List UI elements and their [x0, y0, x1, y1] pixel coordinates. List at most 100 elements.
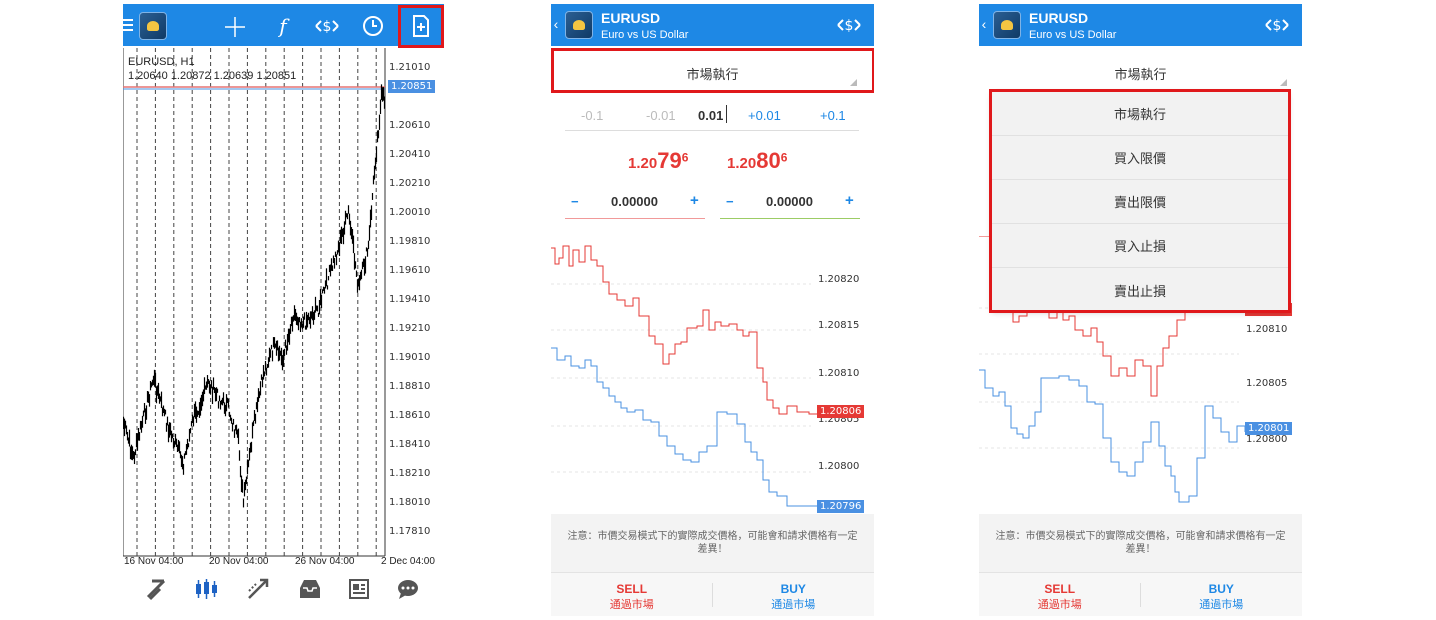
price-axis-label: 1.19810 — [389, 236, 431, 247]
dollar-arrows-icon[interactable]: $ — [1263, 13, 1291, 37]
svg-text:$: $ — [1273, 18, 1282, 34]
lot-plus-0.1-button[interactable]: +0.1 — [820, 108, 846, 123]
buy-sub: 通過市場 — [771, 599, 816, 611]
tick-axis-label: 1.20815 — [818, 320, 860, 331]
price-axis-label: 1.19610 — [389, 265, 431, 276]
mt-logo-icon — [139, 12, 167, 40]
symbol-title: EURUSD — [601, 10, 661, 26]
dollar-arrows-icon[interactable]: $ — [835, 13, 863, 37]
tick-axis-label: 1.20820 — [818, 274, 860, 285]
sell-label: SELL — [1044, 582, 1076, 596]
price-axis-label: 1.20010 — [389, 207, 431, 218]
lot-minus-0.1-button[interactable]: -0.1 — [581, 108, 603, 123]
order-type-select[interactable]: 市場執行 — [982, 64, 1299, 83]
ask-sup: 6 — [780, 150, 788, 165]
ask-prefix: 1.20 — [727, 155, 757, 172]
svg-text:$: $ — [845, 18, 854, 34]
quotes-icon[interactable] — [141, 574, 171, 604]
ask-big: 80 — [756, 148, 781, 173]
dollar-arrows-icon[interactable]: $ — [313, 13, 341, 39]
trade-bar: SELL 通過市場 BUY 通過市場 — [551, 572, 874, 616]
sl-plus-button[interactable]: + — [690, 192, 699, 209]
new-order-highlight — [398, 5, 444, 48]
news-icon[interactable] — [345, 574, 375, 604]
bid-prefix: 1.20 — [628, 155, 658, 172]
symbol-description: Euro vs US Dollar — [1029, 29, 1117, 41]
tick-axis-label: 1.20810 — [1246, 324, 1288, 335]
price-axis-label: 1.18210 — [389, 468, 431, 479]
mt-logo-icon — [993, 11, 1021, 39]
chart-ohlc-label: 1.20640 1.20872 1.20639 1.20851 — [128, 70, 297, 82]
svg-text:$: $ — [323, 19, 332, 35]
buy-button[interactable]: BUY 通過市場 — [713, 573, 875, 616]
chart-icon[interactable] — [191, 574, 221, 604]
order-header: ‹ EURUSD Euro vs US Dollar $ — [551, 4, 874, 46]
sl-underline — [565, 218, 705, 219]
ask-tag: 1.20801 — [1245, 422, 1293, 435]
price-axis-label: 1.21010 — [389, 62, 431, 73]
tick-axis-label: 1.20800 — [818, 461, 860, 472]
price-axis-label: 1.18410 — [389, 439, 431, 450]
tp-minus-button[interactable]: − — [726, 194, 734, 209]
price-notice: 注意：市價交易模式下的實際成交價格，可能會和請求價格有一定差異！ — [979, 514, 1302, 572]
sell-button[interactable]: SELL 通過市場 — [979, 573, 1141, 616]
chart-toolbar: f $ — [123, 4, 444, 46]
select-corner-icon — [850, 79, 857, 86]
buy-label: BUY — [780, 582, 806, 596]
price-notice: 注意：市價交易模式下的實際成交價格，可能會和請求價格有一定差異！ — [551, 514, 874, 572]
menu-icon[interactable] — [123, 15, 133, 35]
bid-sup: 6 — [681, 150, 689, 165]
price-axis-label: 1.18810 — [389, 381, 431, 392]
order-header: ‹ EURUSD Euro vs US Dollar $ — [979, 4, 1302, 46]
price-axis-label: 1.18610 — [389, 410, 431, 421]
text-cursor — [726, 105, 727, 123]
sl-value-input[interactable]: 0.00000 — [611, 194, 658, 209]
dropdown-highlight — [989, 89, 1291, 313]
trade-icon[interactable] — [243, 574, 273, 604]
clock-icon[interactable] — [361, 14, 385, 38]
price-axis-label: 1.19210 — [389, 323, 431, 334]
ask-series — [551, 347, 817, 507]
lot-plus-0.01-button[interactable]: +0.01 — [748, 108, 781, 123]
ask-tag: 1.20796 — [817, 500, 865, 513]
current-price-tag: 1.20851 — [388, 80, 436, 93]
function-icon[interactable]: f — [271, 13, 295, 39]
back-icon[interactable]: ‹ — [979, 14, 989, 34]
history-icon[interactable] — [295, 574, 325, 604]
tick-axis-label: 1.20805 — [1246, 378, 1288, 389]
sell-sub: 通過市場 — [1037, 599, 1082, 611]
price-axis-label: 1.17810 — [389, 526, 431, 537]
sell-label: SELL — [616, 582, 648, 596]
order-type-select[interactable]: 市場執行 — [554, 64, 871, 83]
symbol-title: EURUSD — [1029, 10, 1089, 26]
buy-button[interactable]: BUY 通過市場 — [1141, 573, 1303, 616]
lot-underline — [565, 130, 859, 131]
back-icon[interactable]: ‹ — [551, 14, 561, 34]
lot-value-input[interactable]: 0.01 — [698, 108, 723, 123]
order-type-dropdown-screen: ‹ EURUSD Euro vs US Dollar $ 市場執行 1.2081… — [979, 4, 1302, 616]
symbol-description: Euro vs US Dollar — [601, 29, 689, 41]
buy-label: BUY — [1208, 582, 1234, 596]
sl-minus-button[interactable]: − — [571, 194, 579, 209]
select-corner-icon — [1280, 79, 1287, 86]
bid-tag: 1.20806 — [817, 405, 865, 418]
price-axis-label: 1.20610 — [389, 120, 431, 131]
lot-minus-0.01-button[interactable]: -0.01 — [646, 108, 676, 123]
chat-icon[interactable] — [393, 574, 423, 604]
tp-value-input[interactable]: 0.00000 — [766, 194, 813, 209]
tick-axis-label: 1.20800 — [1246, 434, 1288, 445]
tick-axis-label: 1.20810 — [818, 368, 860, 379]
price-axis-label: 1.19410 — [389, 294, 431, 305]
mt-logo-icon — [565, 11, 593, 39]
tp-underline — [720, 218, 860, 219]
ask-series — [979, 369, 1246, 503]
sell-sub: 通過市場 — [609, 599, 654, 611]
price-axis-label: 1.19010 — [389, 352, 431, 363]
crosshair-icon[interactable] — [223, 15, 247, 39]
buy-sub: 通過市場 — [1199, 599, 1244, 611]
trade-bar: SELL 通過市場 BUY 通過市場 — [979, 572, 1302, 616]
order-screen: ‹ EURUSD Euro vs US Dollar $ 市場執行 -0.1 -… — [551, 4, 874, 616]
sell-button[interactable]: SELL 通過市場 — [551, 573, 713, 616]
date-label: 2 Dec 04:00 — [381, 556, 435, 567]
tp-plus-button[interactable]: + — [845, 192, 854, 209]
